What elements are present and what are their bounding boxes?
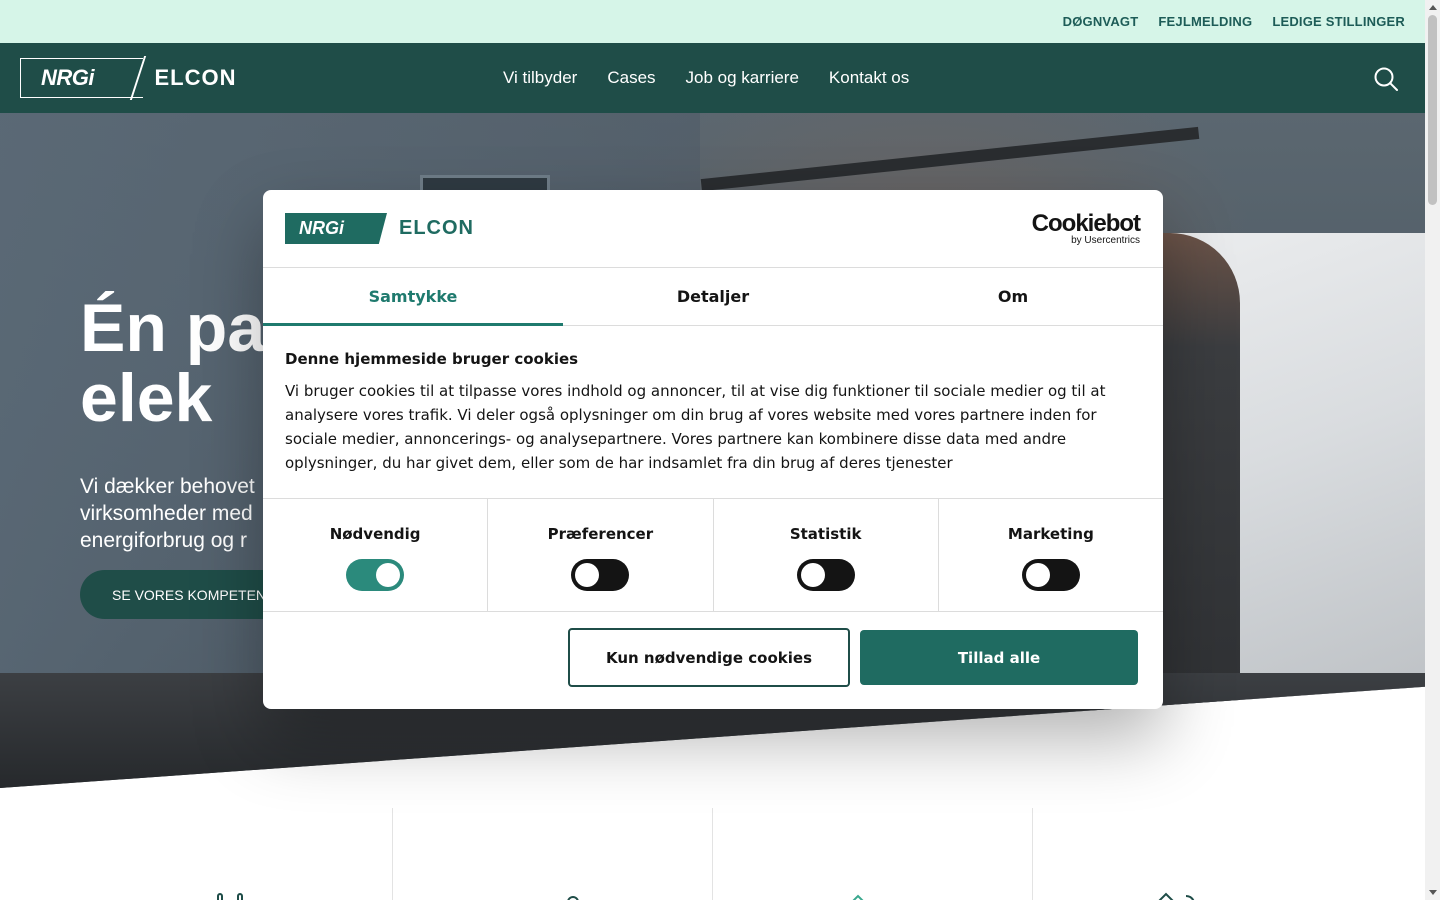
dialog-tabs: Samtykke Detaljer Om [263,268,1163,326]
dialog-description: Vi bruger cookies til at tilpasse vores … [285,382,1106,472]
scroll-down-arrow-icon[interactable] [1429,890,1437,895]
tab-om[interactable]: Om [863,268,1163,325]
toggle-statistics[interactable] [796,559,855,591]
only-necessary-button[interactable]: Kun nødvendige cookies [568,628,850,687]
dialog-header: NRGi ELCON Cookiebot by Usercentrics [263,190,1163,268]
toggle-knob [376,563,401,587]
toggle-knob [800,563,825,587]
toggle-necessary[interactable] [346,559,405,591]
page: DØGNVAGT FEJLMELDING LEDIGE STILLINGER N… [0,0,1425,900]
tab-detaljer[interactable]: Detaljer [563,268,863,325]
dialog-logo: NRGi ELCON [285,213,474,244]
scrollbar-thumb[interactable] [1428,15,1437,205]
consent-preferences: Præferencer [488,499,714,611]
dialog-body: Denne hjemmeside bruger cookies Vi bruge… [285,350,1145,475]
toggle-marketing[interactable] [1021,559,1080,591]
tab-samtykke[interactable]: Samtykke [263,268,563,326]
cookiebot-logo-subtext: by Usercentrics [1071,235,1140,246]
consent-label: Nødvendig [329,525,421,543]
toggle-preferences[interactable] [571,559,630,591]
cookie-consent-dialog: NRGi ELCON Cookiebot by Usercentrics Sam… [263,190,1163,709]
toggle-knob [575,563,600,587]
consent-marketing: Marketing [939,499,1163,611]
scroll-up-arrow-icon[interactable] [1429,5,1437,10]
dialog-logo-elcon: ELCON [399,217,474,239]
cookiebot-logo[interactable]: Cookiebot by Usercentrics [1031,210,1141,246]
consent-label: Statistik [789,525,862,543]
consent-label: Præferencer [547,525,654,543]
toggle-knob [1025,563,1050,587]
dialog-logo-nrgi: NRGi [285,213,387,244]
consent-necessary: Nødvendig [263,499,489,611]
allow-all-button[interactable]: Tillad alle [860,630,1138,685]
dialog-title: Denne hjemmeside bruger cookies [285,350,579,368]
page-scrollbar[interactable] [1425,0,1440,900]
consent-statistics: Statistik [714,499,939,611]
consent-label: Marketing [1007,525,1094,543]
consent-categories: Nødvendig Præferencer Statistik Marketin… [263,498,1163,612]
cookiebot-logo-text: Cookiebot [1031,210,1141,237]
